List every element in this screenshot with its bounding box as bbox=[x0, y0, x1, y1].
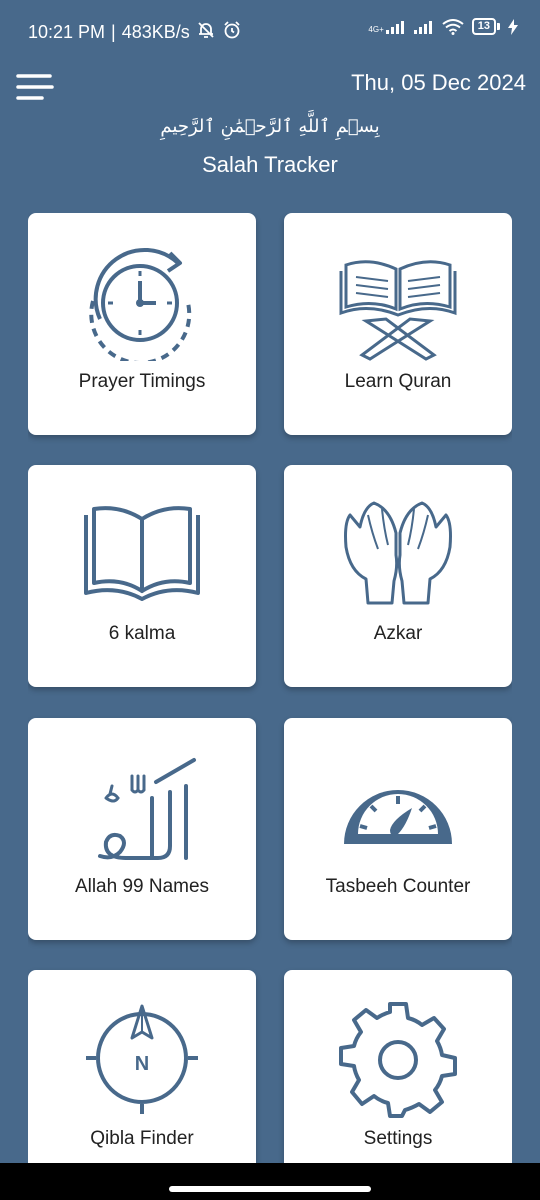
card-label: Azkar bbox=[373, 623, 423, 644]
status-right: 4G+ 13 bbox=[368, 18, 518, 35]
card-6-kalma[interactable]: 6 kalma bbox=[28, 465, 256, 687]
alarm-icon bbox=[222, 20, 242, 45]
status-time: 10:21 PM bbox=[28, 22, 106, 42]
card-qibla-finder[interactable]: N Qibla Finder bbox=[28, 970, 256, 1163]
wifi-icon bbox=[442, 18, 464, 35]
gauge-icon bbox=[338, 746, 458, 866]
hamburger-menu-icon[interactable] bbox=[16, 72, 54, 102]
signal-icon bbox=[385, 20, 404, 34]
system-nav-bar bbox=[0, 1163, 540, 1200]
status-separator: | bbox=[111, 22, 116, 42]
bismillah-text: بِسۡمِ ٱللَّهِ ٱلرَّحۡمَٰنِ ٱلرَّحِيمِ bbox=[160, 116, 380, 137]
card-label: Prayer Timings bbox=[78, 371, 206, 392]
bell-off-icon bbox=[196, 20, 216, 45]
allah-calligraphy-icon bbox=[82, 746, 202, 866]
card-label: Settings bbox=[363, 1128, 433, 1149]
quran-stand-icon bbox=[338, 241, 458, 361]
charging-icon bbox=[508, 18, 518, 35]
praying-hands-icon bbox=[338, 493, 458, 613]
gear-icon bbox=[338, 998, 458, 1118]
card-learn-quran[interactable]: Learn Quran bbox=[284, 213, 512, 435]
card-allah-99-names[interactable]: Allah 99 Names bbox=[28, 718, 256, 940]
current-date: Thu, 05 Dec 2024 bbox=[351, 70, 526, 95]
card-prayer-timings[interactable]: Prayer Timings bbox=[28, 213, 256, 435]
status-left: 10:21 PM | 483KB/s bbox=[28, 20, 242, 45]
home-gesture-handle[interactable] bbox=[169, 1186, 371, 1192]
card-label: Tasbeeh Counter bbox=[325, 876, 471, 897]
compass-letter: N bbox=[135, 1053, 149, 1075]
network-type: 4G+ bbox=[368, 24, 384, 34]
status-bar: 10:21 PM | 483KB/s 4G+ 13 bbox=[0, 0, 540, 62]
card-label: 6 kalma bbox=[108, 623, 176, 644]
signal-icon bbox=[413, 20, 432, 34]
battery-icon: 13 bbox=[471, 18, 500, 35]
card-label: Learn Quran bbox=[344, 371, 452, 392]
network-4g-icon: 4G+ bbox=[368, 20, 405, 34]
battery-level: 13 bbox=[471, 18, 496, 35]
card-label: Qibla Finder bbox=[90, 1128, 194, 1149]
feature-grid: Prayer Timings Learn Quran 6 kalma Azkar… bbox=[28, 213, 512, 1163]
status-speed: 483KB/s bbox=[121, 22, 190, 42]
card-tasbeeh-counter[interactable]: Tasbeeh Counter bbox=[284, 718, 512, 940]
clock-cycle-icon bbox=[82, 241, 202, 361]
compass-icon: N bbox=[82, 998, 202, 1118]
app-title: Salah Tracker bbox=[202, 152, 338, 177]
card-label: Allah 99 Names bbox=[74, 876, 210, 897]
open-book-icon bbox=[82, 493, 202, 613]
card-azkar[interactable]: Azkar bbox=[284, 465, 512, 687]
card-settings[interactable]: Settings bbox=[284, 970, 512, 1163]
